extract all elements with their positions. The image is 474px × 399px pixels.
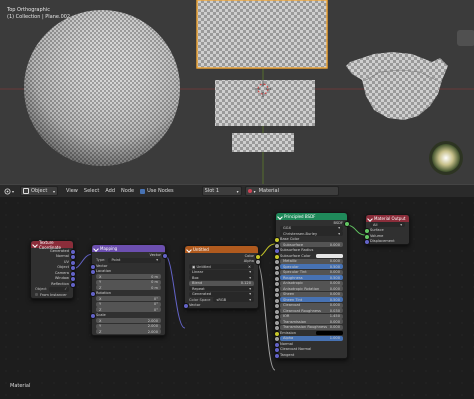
close-icon: ✕ [247,264,251,269]
bsdf-inputs: Base Color Subsurface 0.000 Subsurface Radi… [273,237,347,359]
color-swatch[interactable] [316,253,343,258]
slot-label: Slot 1 [204,188,220,194]
image-texture-node[interactable]: Untitled Color Alpha ▣ Untitled ✕ Linear ▾… [182,245,261,310]
material-name: Material [258,188,279,194]
material-name-label: Material [10,383,31,389]
menu-node[interactable]: Node [119,187,136,195]
plane-object [215,80,315,126]
node-header[interactable]: Texture Coordinate [31,240,73,250]
navigation-gizmo-button [457,30,474,46]
from-instancer-checkbox[interactable]: From Instancer [31,292,73,298]
material-sphere-icon [247,189,252,193]
checkbox-checked-icon [140,188,146,194]
input-vector[interactable]: Vector [182,303,258,310]
object-type-dropdown[interactable]: Object ▾ [20,186,59,196]
link-bsdf-to-surface [345,224,366,236]
bsdf-input-tangent[interactable]: Tangent [273,352,347,359]
collection-label: (1) Collection | Plane.002 [7,14,71,20]
shader-node-editor[interactable]: Texture Coordinate Generated Normal UV O… [0,197,474,399]
texture-coordinate-node[interactable]: Texture Coordinate Generated Normal UV O… [30,240,76,299]
object-type-label: Object [31,188,48,194]
viewport-canvas [0,0,474,184]
principled-bsdf-node[interactable]: Principled BSDF BSDF GGX ▾ Christensen-Bu… [273,212,350,359]
node-editor-icon [4,188,11,194]
eyedropper-icon: ⁄ [65,287,66,292]
input-displacement[interactable]: Displacement [363,239,409,246]
mapping-node[interactable]: Mapping Vector Type: Point ▾ Vector Locat… [89,244,168,336]
3d-viewport[interactable]: Top Orthographic (1) Collection | Plane.… [0,0,474,184]
link-mapping-to-image [163,253,186,329]
image-selector: ▣ Untitled ✕ [189,264,254,270]
color-space-dropdown[interactable]: sRGB ▾ [213,297,254,303]
hdri-preview-sphere-icon [429,141,463,175]
sphere-object [24,10,180,166]
menu-select[interactable]: Select [82,187,101,195]
menu-view[interactable]: View [64,187,80,195]
plane-object [232,133,294,152]
editor-type-button[interactable]: ▾ [2,187,16,195]
use-nodes-label: Use Nodes [147,188,174,194]
node-header[interactable]: Principled BSDF [276,213,347,220]
checkbox-icon [35,293,38,297]
link-alpha-to-alpha [256,262,276,371]
view-name-label: Top Orthographic [7,7,50,13]
color-swatch[interactable] [316,330,343,335]
node-header[interactable]: Material Output [366,215,409,222]
node-header[interactable]: Mapping [92,245,165,252]
node-editor-header: ▾ Object ▾ View Select Add Node Use Node… [0,184,474,198]
use-nodes-toggle[interactable]: Use Nodes [138,187,176,195]
material-selector[interactable]: ▾ Material [244,186,339,196]
object-icon [23,188,30,194]
type-dropdown[interactable]: Point ▾ [108,257,161,263]
slot-dropdown[interactable]: Slot 1 ▾ [201,186,242,196]
monkey-object [346,52,448,120]
material-output-node[interactable]: Material Output All ▾ Surface Volume Disp… [363,214,410,246]
scale-z[interactable]: Z 2.000 [92,329,165,335]
menu-add[interactable]: Add [103,187,117,195]
object-picker-field[interactable]: ⁄ [48,286,69,292]
node-header[interactable]: Untitled [185,246,258,253]
selected-plane-object [196,0,328,69]
